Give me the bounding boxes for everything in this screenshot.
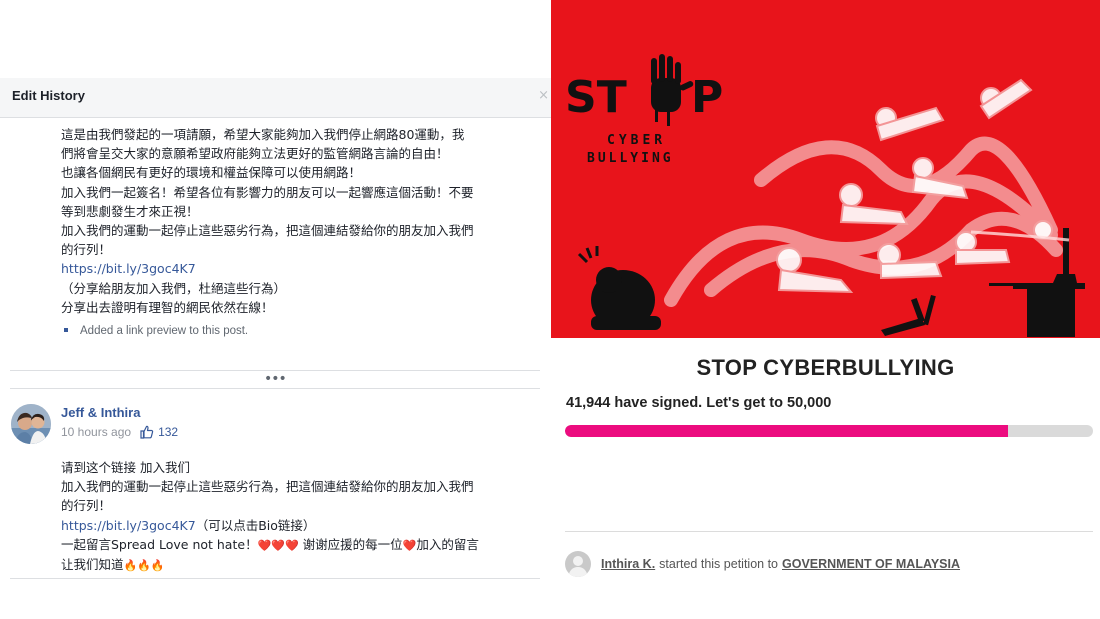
post-line: 們將會呈交大家的意願希望政府能夠立法更好的監管網路言論的自由！ [61, 146, 449, 162]
post-line-prefix: 一起留言Spread Love not hate！ [61, 536, 258, 552]
like-count[interactable]: 132 [158, 425, 178, 439]
author-name[interactable]: Jeff & Inthira [61, 405, 140, 420]
post-line: https://bit.ly/3goc4K7（可以点击Bio链接） [61, 516, 541, 535]
computer-desk [989, 228, 1085, 337]
divider [10, 388, 540, 389]
edit-history-title: Edit History [12, 88, 85, 103]
starter-text: started this petition to [659, 557, 778, 571]
more-options-icon[interactable]: ••• [264, 372, 287, 386]
petition-starter: Inthira K. started this petition to GOVE… [565, 551, 960, 577]
starter-name-link[interactable]: Inthira K. [601, 557, 655, 571]
post-line: 的行列！ [61, 498, 112, 514]
heart-icon: ❤️ [402, 538, 417, 552]
second-version-text: 请到这个链接 加入我们 加入我們的運動一起停止這些惡劣行為，把這個連結發給你的朋… [61, 458, 541, 575]
stop-text: ST [565, 72, 627, 123]
post-line: 一起留言Spread Love not hate！❤️❤️❤️ 谢谢应援的每一位❤… [61, 535, 541, 555]
post-line: 加入我們的運動一起停止這些惡劣行為，把這個連結發給你的朋友加入我們 [61, 223, 474, 239]
petition-link[interactable]: https://bit.ly/3goc4K7 [61, 518, 196, 533]
thumbs-up-icon [140, 425, 154, 439]
edit-history-panel: Edit History × 這是由我們發起的一項請願，希望大家能夠加入我們停止… [0, 0, 551, 619]
first-version-text: 這是由我們發起的一項請願，希望大家能夠加入我們停止網路80運動，我 們將會呈交大… [61, 125, 541, 317]
edit-note-text: Added a link preview to this post. [80, 325, 249, 337]
divider [565, 531, 1093, 532]
chair-shape [881, 295, 936, 336]
petition-banner: ST P CYBER BULLYING [551, 0, 1100, 338]
link-suffix: （可以点击Bio链接） [195, 517, 316, 533]
post-meta: 10 hours ago 132 [61, 424, 178, 440]
petition-target-link[interactable]: GOVERNMENT OF MALAYSIA [782, 557, 960, 571]
victim-figure [577, 246, 661, 330]
fire-icons: 🔥🔥🔥 [123, 559, 165, 573]
post-line: 的行列！ [61, 242, 112, 258]
post-line: 让我们知道🔥🔥🔥 [61, 555, 541, 575]
post-line-mid: 谢谢应援的每一位 [302, 536, 403, 552]
edit-history-header: Edit History × [0, 78, 551, 118]
divider [10, 578, 540, 579]
edit-note: Added a link preview to this post. [64, 325, 248, 337]
post-line-prefix: 让我们知道 [61, 557, 124, 573]
post-line: 分享出去證明有理智的網民依然在線！ [61, 299, 274, 315]
cyberbullying-illustration: ST P CYBER BULLYING [565, 54, 1085, 337]
hand-icon [651, 54, 694, 126]
bullet-icon [64, 327, 68, 332]
petition-title: STOP CYBERBULLYING [696, 355, 955, 380]
post-line: （分享給朋友加入我們，杜絕這些行為） [61, 280, 287, 296]
heart-icons: ❤️❤️❤️ [257, 538, 299, 552]
post-line: 加入我們的運動一起停止這些惡劣行為，把這個連結發給你的朋友加入我們 [61, 479, 474, 495]
post-line: 也讓各個網民有更好的環境和權益保障可以使用網路！ [61, 165, 362, 181]
post-line-suffix: 加入的留言 [416, 536, 479, 552]
cyber-text: CYBER [607, 133, 666, 148]
signature-progress-bar [565, 425, 1093, 437]
post-line: 加入我們一起簽名！希望各位有影響力的朋友可以一起響應這個活動！不要 [61, 184, 474, 200]
signature-count: 41,944 have signed. Let's get to 50,000 [566, 395, 832, 411]
post-line: 请到这个链接 加入我们 [61, 460, 190, 475]
bullying-text: BULLYING [587, 151, 674, 166]
avatar[interactable] [11, 404, 51, 444]
user-avatar-icon[interactable] [565, 551, 591, 577]
post-line: 這是由我們發起的一項請願，希望大家能夠加入我們停止網路80運動，我 [61, 127, 465, 142]
petition-link[interactable]: https://bit.ly/3goc4K7 [61, 259, 541, 278]
post-time[interactable]: 10 hours ago [61, 425, 131, 439]
close-icon[interactable]: × [538, 88, 549, 103]
signature-progress-fill [565, 425, 1008, 437]
stop-text-end: P [691, 72, 723, 123]
post-line: 等到悲劇發生才來正視！ [61, 203, 199, 219]
